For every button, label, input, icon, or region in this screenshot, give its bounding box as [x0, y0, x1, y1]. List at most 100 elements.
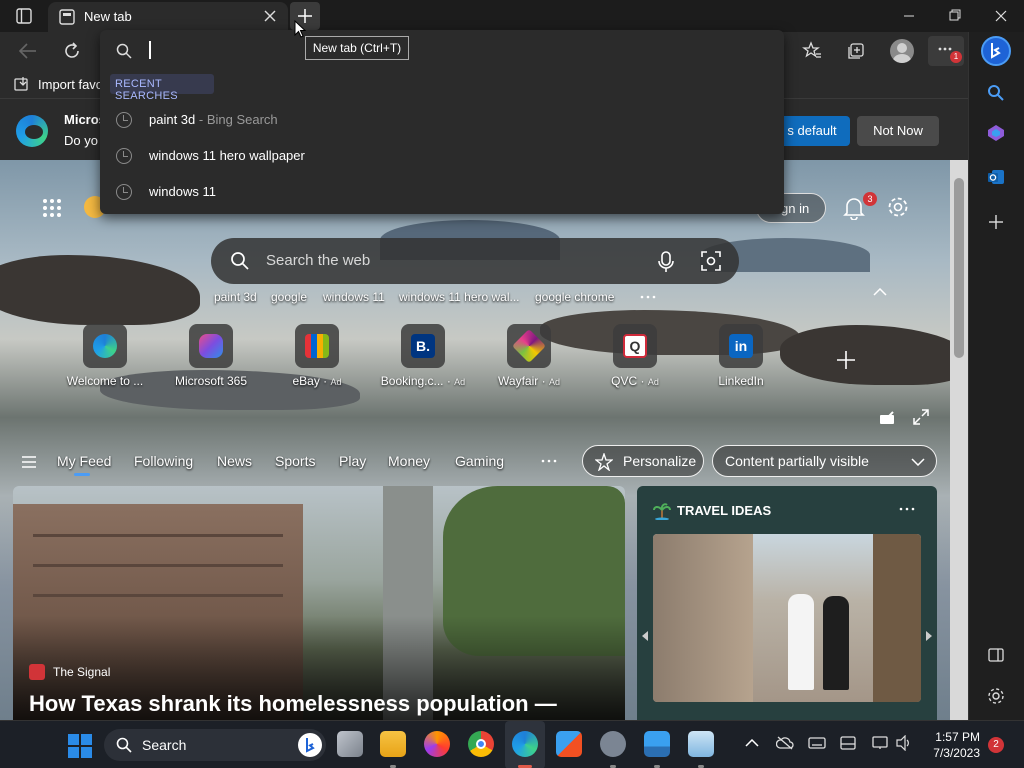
start-windows-icon[interactable] — [68, 734, 92, 758]
edge-icon — [93, 334, 117, 358]
feed-tab-gaming[interactable]: Gaming — [455, 453, 504, 469]
quick-link-linkedin[interactable]: in LinkedIn — [696, 324, 786, 394]
collections-icon[interactable] — [846, 41, 866, 61]
quick-link-microsoft-365[interactable]: Microsoft 365 — [166, 324, 256, 394]
import-favorites-link[interactable]: Import favo — [38, 77, 103, 92]
recent-search-item[interactable]: windows 11 — [100, 174, 784, 210]
bing-chat-icon[interactable] — [981, 36, 1011, 66]
photos-icon[interactable] — [688, 731, 714, 757]
hide-sidebar-icon[interactable] — [988, 647, 1004, 663]
taskbar-search-label: Search — [142, 737, 187, 753]
chrome-icon[interactable] — [468, 731, 494, 757]
firefox-icon[interactable] — [424, 731, 450, 757]
app-launcher-icon[interactable] — [42, 198, 62, 218]
search-suggestion[interactable]: windows 11 — [323, 290, 385, 304]
file-explorer-icon[interactable] — [380, 731, 406, 757]
feed-tab-play[interactable]: Play — [339, 453, 366, 469]
tab-actions-icon[interactable] — [16, 8, 32, 24]
quick-link-wayfair[interactable]: Wayfair · Ad — [484, 324, 574, 394]
new-tab-tooltip: New tab (Ctrl+T) — [305, 36, 409, 60]
active-tab-indicator — [74, 473, 90, 476]
page-scrollbar[interactable] — [950, 160, 968, 720]
ad-marker: Ad — [548, 377, 560, 387]
recent-search-item[interactable]: windows 11 hero wallpaper — [100, 138, 784, 174]
recent-search-item[interactable]: paint 3d - Bing Search — [100, 102, 784, 138]
quick-link-ebay[interactable]: eBay · Ad — [272, 324, 362, 394]
quick-link-label: Wayfair — [498, 374, 539, 388]
news-card-main[interactable]: The Signal How Texas shrank its homeless… — [13, 486, 625, 720]
notification-center-badge[interactable]: 2 — [988, 737, 1004, 753]
close-window-button[interactable] — [978, 0, 1024, 32]
favorites-icon[interactable] — [802, 41, 822, 61]
feed-menu-icon[interactable] — [21, 455, 37, 469]
restore-button[interactable] — [932, 0, 978, 32]
microsoft-store-icon[interactable] — [556, 731, 582, 757]
quick-link-qvc[interactable]: Q QVC · Ad — [590, 324, 680, 394]
card-more-options-icon[interactable] — [899, 506, 915, 512]
quick-link-booking[interactable]: B. Booking.c... · Ad — [378, 324, 468, 394]
history-clock-icon — [116, 112, 132, 128]
outlook-icon[interactable] — [987, 168, 1005, 186]
volume-icon[interactable] — [896, 735, 912, 751]
expand-icon[interactable] — [913, 409, 929, 425]
add-sidebar-app-icon[interactable] — [988, 214, 1004, 230]
visual-search-icon[interactable] — [701, 251, 721, 271]
voice-search-icon[interactable] — [658, 251, 674, 273]
tablet-icon[interactable] — [840, 736, 856, 750]
search-suggestion[interactable]: google chrome — [535, 290, 614, 304]
infobar-body: Do yo — [64, 133, 98, 148]
travel-ideas-card[interactable]: TRAVEL IDEAS — [637, 486, 937, 720]
quick-link-welcome[interactable]: Welcome to ... — [60, 324, 150, 394]
notifications-bell-icon[interactable]: 3 — [843, 192, 877, 220]
taskbar-search-box[interactable]: Search — [104, 729, 326, 761]
remote-desktop-icon[interactable] — [644, 731, 670, 757]
copilot-icon[interactable] — [987, 124, 1005, 142]
address-input-caret[interactable] — [149, 41, 151, 59]
web-search-box[interactable]: Search the web — [211, 238, 739, 284]
not-now-button[interactable]: Not Now — [857, 116, 939, 146]
more-suggestions-icon[interactable] — [639, 294, 657, 300]
onedrive-icon[interactable] — [776, 736, 794, 750]
task-view-icon[interactable] — [337, 731, 363, 757]
feed-tab-money[interactable]: Money — [388, 453, 430, 469]
search-suggestion[interactable]: google — [271, 290, 307, 304]
sidebar-search-icon[interactable] — [987, 84, 1005, 102]
carousel-next-icon[interactable] — [925, 631, 933, 641]
more-badge: 1 — [950, 51, 962, 63]
bing-icon — [298, 733, 322, 757]
add-quick-link-icon[interactable] — [836, 350, 856, 370]
taskbar-clock[interactable]: 1:57 PM 7/3/2023 — [920, 729, 980, 761]
feed-tab-sports[interactable]: Sports — [275, 453, 315, 469]
search-suggestion[interactable]: windows 11 hero wal... — [399, 290, 520, 304]
collapse-chevron-up-icon[interactable] — [873, 288, 887, 296]
edge-taskbar-icon[interactable] — [512, 731, 538, 757]
edit-background-icon[interactable] — [879, 410, 895, 426]
search-suggestion[interactable]: paint 3d — [214, 290, 257, 304]
profile-avatar[interactable] — [890, 39, 914, 63]
settings-and-more-button[interactable]: 1 — [928, 36, 964, 66]
feed-tab-news[interactable]: News — [217, 453, 252, 469]
more-feed-tabs-icon[interactable] — [541, 458, 557, 464]
quick-link-label: Microsoft 365 — [174, 374, 248, 388]
show-hidden-icons-chevron-icon[interactable] — [745, 739, 759, 747]
set-as-default-button[interactable]: s default — [774, 116, 850, 146]
carousel-prev-icon[interactable] — [641, 631, 649, 641]
scrollbar-thumb[interactable] — [954, 178, 964, 358]
sidebar-settings-icon[interactable] — [987, 687, 1005, 705]
refresh-icon[interactable] — [62, 41, 82, 61]
keyboard-icon[interactable] — [808, 737, 826, 749]
network-icon[interactable] — [872, 736, 888, 750]
feed-tab-following[interactable]: Following — [134, 453, 193, 469]
edge-logo-icon — [16, 115, 48, 147]
content-visibility-dropdown[interactable]: Content partially visible — [712, 445, 937, 477]
settings-gear-icon[interactable] — [600, 731, 626, 757]
taskbar-search-icon — [116, 737, 132, 753]
news-headline[interactable]: How Texas shrank its homelessness popula… — [29, 691, 557, 717]
feed-tab-my-feed[interactable]: My Feed — [57, 453, 111, 469]
page-settings-icon[interactable] — [887, 196, 909, 218]
close-tab-icon[interactable] — [264, 10, 276, 22]
back-icon[interactable] — [18, 42, 38, 60]
minimize-button[interactable] — [886, 0, 932, 32]
personalize-button[interactable]: Personalize — [582, 445, 704, 477]
tab-new-tab[interactable]: New tab — [48, 2, 288, 32]
